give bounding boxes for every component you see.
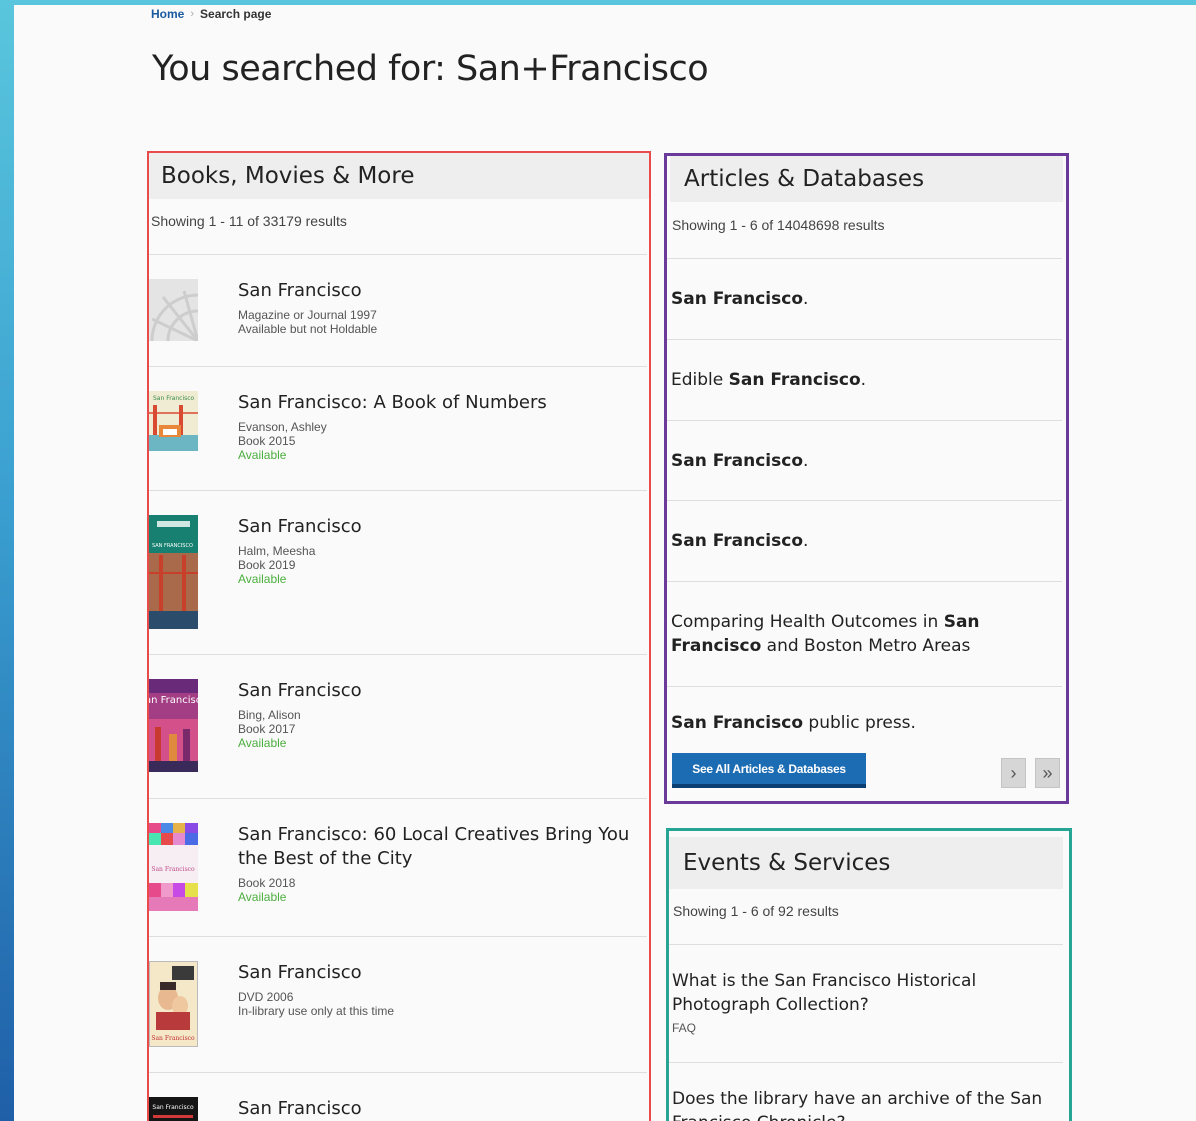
book-cover-placeholder[interactable] [149, 279, 198, 341]
article-title-highlight: San Francisco [671, 450, 803, 471]
breadcrumb-separator: › [190, 8, 195, 20]
article-title-highlight: San Francisco [671, 289, 803, 309]
events-services-panel: Events & Services Showing 1 - 6 of 92 re… [666, 828, 1072, 1121]
book-cover-image[interactable]: San Francisco [149, 679, 198, 772]
next-page-button[interactable]: › [1001, 758, 1026, 788]
book-author: Halm, Meesha [238, 544, 316, 558]
book-format: Magazine or Journal 1997 [238, 308, 377, 322]
article-result-item[interactable]: San Francisco public press. [667, 687, 1062, 759]
article-title-suffix: and Boston Metro Areas [761, 636, 971, 656]
book-format: Book 2015 [238, 434, 296, 448]
book-title-link[interactable]: San Francisco: 60 Local Creatives Bring … [238, 823, 639, 871]
see-all-articles-button[interactable]: See All Articles & Databases [672, 753, 866, 788]
book-cover-art: San Francisco [149, 823, 198, 911]
article-title-suffix: public press. [803, 713, 916, 733]
article-title-link[interactable]: Comparing Health Outcomes in San Francis… [671, 610, 1058, 658]
event-title-link[interactable]: What is the San Francisco Historical Pho… [672, 969, 1063, 1017]
book-format: Book 2018 [238, 876, 296, 890]
book-result-item[interactable]: San Francisco Magazine or Journal 1997 A… [149, 255, 647, 367]
breadcrumb-home-link[interactable]: Home [151, 7, 184, 21]
event-result-item[interactable]: Does the library have an archive of the … [669, 1063, 1063, 1121]
article-title-link[interactable]: Edible San Francisco. [671, 368, 866, 392]
book-title-link[interactable]: San Francisco [238, 1097, 639, 1121]
article-title-suffix: . [803, 450, 809, 471]
articles-panel-header: Articles & Databases [670, 156, 1063, 202]
book-availability: Available [238, 572, 287, 586]
books-movies-panel: Books, Movies & More Showing 1 - 11 of 3… [147, 151, 651, 1121]
magazine-placeholder-icon [149, 279, 198, 341]
article-result-item[interactable]: San Francisco. [667, 421, 1062, 501]
dvd-cover-image[interactable]: San Francisco [149, 961, 198, 1047]
book-cover-label: San Francisco [151, 1035, 195, 1042]
book-result-item[interactable]: San Francisco San Francisco [149, 1073, 647, 1121]
event-result-item[interactable]: What is the San Francisco Historical Pho… [669, 945, 1063, 1063]
book-cover-image[interactable]: San Francisco [149, 391, 198, 451]
page-title: You searched for: San+Francisco [152, 49, 709, 89]
article-result-item[interactable]: Comparing Health Outcomes in San Francis… [667, 582, 1062, 687]
breadcrumb: Home › Search page [151, 7, 271, 21]
articles-databases-panel: Articles & Databases Showing 1 - 6 of 14… [664, 153, 1069, 804]
article-title-suffix: . [860, 370, 867, 390]
article-title-link[interactable]: San Francisco. [671, 529, 808, 553]
article-title-link[interactable]: San Francisco. [671, 449, 808, 473]
article-title-suffix: . [803, 531, 809, 551]
book-cover-image[interactable]: SAN FRANCISCO [149, 515, 198, 629]
breadcrumb-current: Search page [200, 7, 272, 21]
book-cover-label: San Francisco [152, 1104, 194, 1111]
dvd-cover-art: San Francisco [150, 962, 197, 1046]
book-format: Book 2019 [238, 558, 296, 572]
book-format: Book 2017 [238, 722, 296, 736]
book-title-link[interactable]: San Francisco [238, 961, 639, 985]
book-availability: Available [238, 736, 287, 750]
book-cover-label: San Francisco [153, 395, 195, 402]
book-result-item[interactable]: San Francisco San Francisco: A Book of N… [149, 367, 647, 491]
book-result-item[interactable]: San Francisco San Francisco: 60 Local Cr… [149, 799, 647, 937]
event-title-link[interactable]: Does the library have an archive of the … [672, 1087, 1063, 1121]
article-result-item[interactable]: San Francisco. [667, 259, 1062, 340]
article-title-suffix: . [803, 289, 809, 309]
books-result-count: Showing 1 - 11 of 33179 results [149, 199, 647, 255]
events-panel-header: Events & Services [669, 837, 1063, 889]
book-availability: Available [238, 448, 287, 462]
book-cover-image[interactable]: San Francisco [149, 823, 198, 911]
books-panel-header: Books, Movies & More [149, 153, 649, 199]
article-result-item[interactable]: Edible San Francisco. [667, 340, 1062, 421]
book-title-link[interactable]: San Francisco [238, 679, 639, 703]
book-cover-image[interactable]: San Francisco [149, 1097, 198, 1121]
book-availability: In-library use only at this time [238, 1004, 395, 1018]
book-availability: Available [238, 890, 287, 904]
article-title-link[interactable]: San Francisco. [671, 287, 808, 311]
article-title-prefix: Comparing Health Outcomes in [671, 612, 944, 632]
book-cover-label: SAN FRANCISCO [152, 543, 193, 549]
book-title-link[interactable]: San Francisco [238, 515, 639, 539]
article-result-item[interactable]: San Francisco. [667, 501, 1062, 582]
search-results-page: Home › Search page You searched for: San… [14, 5, 1196, 1121]
book-cover-art: SAN FRANCISCO [149, 515, 198, 629]
articles-result-count: Showing 1 - 6 of 14048698 results [667, 202, 1062, 259]
double-chevron-right-icon: » [1042, 762, 1053, 783]
article-title-highlight: San Francisco [671, 531, 803, 551]
book-cover-label: San Francisco [151, 866, 195, 873]
article-title-link[interactable]: San Francisco public press. [671, 711, 916, 735]
book-result-item[interactable]: San Francisco San Francisco DVD 2006 In-… [149, 937, 647, 1073]
book-cover-label: San Francisco [149, 695, 198, 706]
book-author: Evanson, Ashley [238, 420, 327, 434]
book-availability: Available but not Holdable [238, 322, 378, 336]
book-format: DVD 2006 [238, 990, 294, 1004]
book-title-link[interactable]: San Francisco: A Book of Numbers [238, 391, 639, 415]
chevron-right-icon: › [1010, 762, 1017, 783]
book-title-link[interactable]: San Francisco [238, 279, 639, 303]
event-type-label: FAQ [672, 1021, 697, 1035]
book-result-item[interactable]: San Francisco San Francisco Bing, Alison… [149, 655, 647, 799]
book-cover-art: San Francisco [149, 1097, 198, 1121]
events-result-count: Showing 1 - 6 of 92 results [669, 889, 1063, 945]
book-cover-art: San Francisco [149, 391, 198, 451]
book-author: Bing, Alison [238, 708, 301, 722]
article-title-highlight: San Francisco [671, 713, 803, 733]
article-title-prefix: Edible [671, 370, 729, 390]
book-result-item[interactable]: SAN FRANCISCO San Francisco Halm, Meesha… [149, 491, 647, 655]
article-title-highlight: San Francisco [728, 370, 861, 390]
book-cover-art: San Francisco [149, 679, 198, 772]
last-page-button[interactable]: » [1035, 758, 1060, 788]
